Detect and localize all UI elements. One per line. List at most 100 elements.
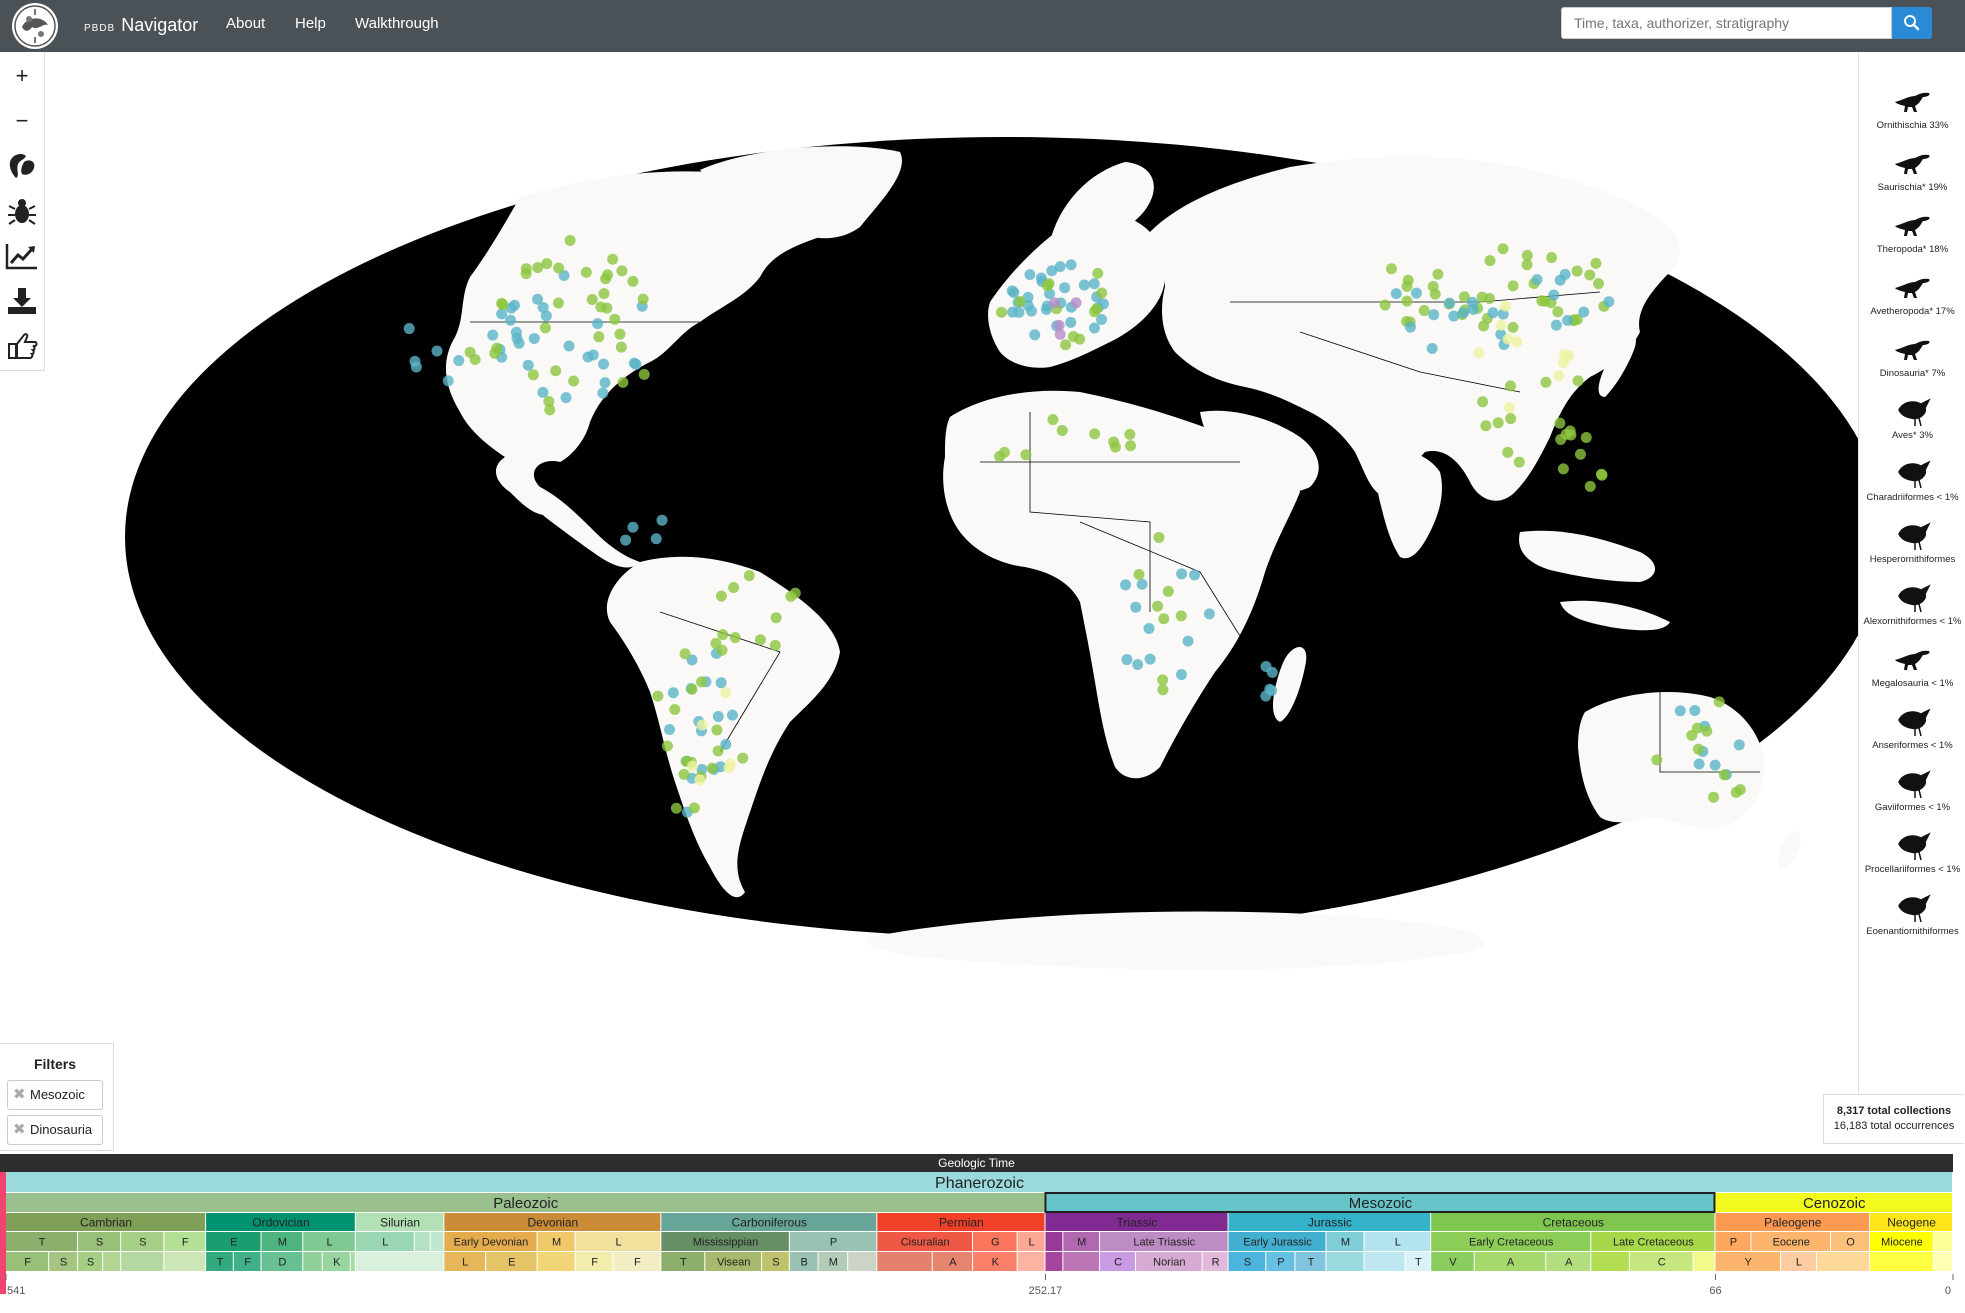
collection-dot[interactable] [614, 328, 626, 340]
collection-dot[interactable] [688, 802, 700, 814]
collection-dot[interactable] [1584, 480, 1596, 492]
collection-dot[interactable] [1546, 252, 1558, 264]
collection-dot[interactable] [537, 386, 549, 398]
collection-dot[interactable] [615, 341, 627, 353]
collection-dot[interactable] [1651, 754, 1663, 766]
collection-dot[interactable] [1043, 278, 1055, 290]
filter-tag-mesozoic[interactable]: ✖ Mesozoic [7, 1080, 103, 1110]
collection-dot[interactable] [1092, 267, 1104, 279]
collection-dot[interactable] [711, 724, 723, 736]
diversity-chart-button[interactable] [4, 238, 40, 274]
collection-dot[interactable] [769, 639, 781, 651]
collection-dot[interactable] [599, 377, 611, 389]
collection-dot[interactable] [601, 302, 613, 314]
collection-dot[interactable] [706, 762, 718, 774]
collection-dot[interactable] [1053, 319, 1065, 331]
download-button[interactable] [4, 283, 40, 319]
collection-dot[interactable] [627, 275, 639, 287]
collection-dot[interactable] [679, 648, 691, 660]
collection-dot[interactable] [650, 533, 662, 545]
collection-dot[interactable] [1157, 674, 1169, 686]
collection-dot[interactable] [1457, 307, 1469, 319]
collection-dot[interactable] [1432, 268, 1444, 280]
collection-dot[interactable] [1730, 786, 1742, 798]
collection-dot[interactable] [1404, 321, 1416, 333]
collection-dot[interactable] [1499, 300, 1511, 312]
collection-dot[interactable] [712, 710, 724, 722]
collection-dot[interactable] [1401, 280, 1413, 292]
collection-dot[interactable] [1144, 653, 1156, 665]
collection-dot[interactable] [1448, 310, 1460, 322]
collection-dot[interactable] [1503, 402, 1515, 414]
collection-dot[interactable] [1074, 333, 1086, 345]
collection-dot[interactable] [1065, 316, 1077, 328]
collection-dot[interactable] [1521, 249, 1533, 261]
collection-dot[interactable] [1162, 585, 1174, 597]
collection-dot[interactable] [1070, 297, 1082, 309]
collection-dot[interactable] [754, 634, 766, 646]
stage-band[interactable] [303, 1252, 322, 1271]
collection-dot[interactable] [1089, 428, 1101, 440]
stage-band[interactable] [537, 1252, 575, 1271]
collection-dot[interactable] [508, 299, 520, 311]
collection-dot[interactable] [1552, 306, 1564, 318]
collection-dot[interactable] [563, 340, 575, 352]
collection-dot[interactable] [1054, 261, 1066, 273]
collection-dot[interactable] [522, 359, 534, 371]
filter-tag-dinosauria[interactable]: ✖ Dinosauria [7, 1115, 103, 1145]
collection-dot[interactable] [1121, 654, 1133, 666]
collection-dot[interactable] [630, 358, 642, 370]
collection-dot[interactable] [1701, 725, 1713, 737]
paleogeography-button[interactable] [4, 148, 40, 184]
stage-band[interactable] [1063, 1252, 1100, 1271]
collection-dot[interactable] [1476, 291, 1488, 303]
collection-dot[interactable] [729, 632, 741, 644]
taxon-item[interactable]: Theropoda* 18% [1859, 204, 1965, 266]
taxon-item[interactable]: Charadriiformes < 1% [1859, 452, 1965, 514]
walkthrough-gesture-button[interactable] [4, 328, 40, 364]
collection-dot[interactable] [1557, 463, 1569, 475]
collection-dot[interactable] [1691, 722, 1703, 734]
stage-band[interactable] [164, 1252, 206, 1271]
collection-dot[interactable] [1078, 279, 1090, 291]
collection-dot[interactable] [1557, 357, 1569, 369]
taxon-item[interactable]: Dinosauria* 7% [1859, 328, 1965, 390]
collection-dot[interactable] [1260, 660, 1272, 672]
epoch-band[interactable] [1045, 1232, 1063, 1251]
collection-dot[interactable] [1578, 306, 1590, 318]
collection-dot[interactable] [1540, 376, 1552, 388]
collection-dot[interactable] [770, 612, 782, 624]
collection-dot[interactable] [1379, 299, 1391, 311]
collection-dot[interactable] [712, 745, 724, 757]
collection-dot[interactable] [1708, 791, 1720, 803]
search-input[interactable] [1561, 7, 1892, 39]
collection-dot[interactable] [511, 332, 523, 344]
timescale-chart[interactable]: Phanerozoic Paleozoic Mesozoic Cenozoic Camb… [0, 1172, 1965, 1313]
collection-dot[interactable] [717, 629, 729, 641]
zoom-out-button[interactable]: − [4, 103, 40, 139]
collection-dot[interactable] [1176, 568, 1188, 580]
collection-dot[interactable] [539, 322, 551, 334]
stage-band[interactable] [121, 1252, 164, 1271]
collection-dot[interactable] [1029, 329, 1041, 341]
collection-dot[interactable] [1049, 297, 1061, 309]
collection-dot[interactable] [1428, 309, 1440, 321]
stage-band[interactable] [1693, 1252, 1715, 1271]
remove-filter-icon[interactable]: ✖ [13, 1116, 26, 1143]
collection-dot[interactable] [1401, 295, 1413, 307]
collection-dot[interactable] [442, 375, 454, 387]
collection-dot[interactable] [1427, 281, 1439, 293]
collection-dot[interactable] [627, 521, 639, 533]
collection-dot[interactable] [1136, 578, 1148, 590]
collection-dot[interactable] [1603, 296, 1615, 308]
pbdb-logo[interactable] [12, 3, 58, 49]
collection-dot[interactable] [1571, 265, 1583, 277]
taxa-filter-button[interactable] [4, 193, 40, 229]
collection-dot[interactable] [670, 802, 682, 814]
collection-dot[interactable] [464, 346, 476, 358]
stage-band[interactable] [350, 1252, 355, 1271]
collection-dot[interactable] [1478, 320, 1490, 332]
stage-band[interactable] [1364, 1252, 1405, 1271]
collection-dot[interactable] [1553, 370, 1565, 382]
collection-dot[interactable] [527, 369, 539, 381]
